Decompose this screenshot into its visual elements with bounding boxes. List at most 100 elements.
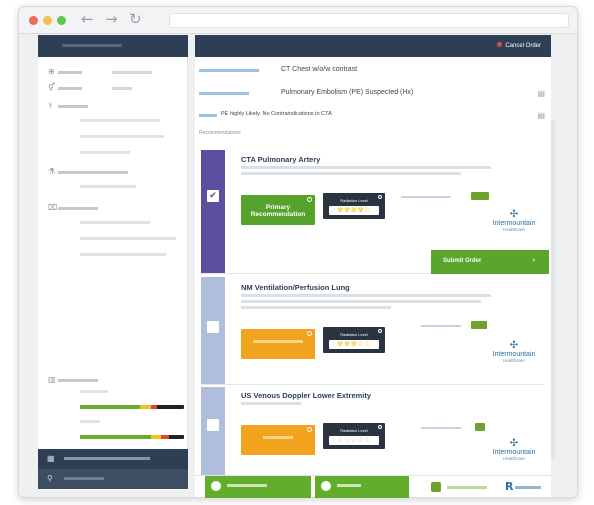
sidebar-bottom-item[interactable]: ⚲ <box>38 469 188 489</box>
sidebar-row-indications: ⚕ <box>48 101 88 111</box>
radiation-stars: ☢☢☢☢☆ <box>329 206 379 215</box>
recommendations-label: Recommendations <box>199 130 241 136</box>
edit-icon[interactable]: ▤ <box>537 111 545 120</box>
card-description <box>241 166 491 175</box>
appropriateness-score <box>475 423 485 431</box>
sidebar-row-gender: ⚥ <box>48 83 132 93</box>
info-icon[interactable] <box>378 195 382 199</box>
scrollbar[interactable] <box>551 120 555 460</box>
info-icon[interactable] <box>378 329 382 333</box>
indication-label <box>199 91 249 97</box>
submit-order-button[interactable]: Submit Order › <box>431 250 549 274</box>
reload-icon[interactable]: ↻ <box>129 10 142 28</box>
logo-name: Intermountain <box>492 449 536 456</box>
brand-mark: R <box>505 480 514 493</box>
radiation-level-label: Radiation Level <box>340 198 368 203</box>
condition-button[interactable] <box>315 476 409 498</box>
card-title: CTA Pulmonary Artery <box>241 155 321 164</box>
sidebar-sub-line <box>80 151 130 154</box>
close-window-dot[interactable] <box>29 16 38 25</box>
cancel-order-button[interactable]: Cancel Order <box>497 42 541 49</box>
card-select-strip[interactable] <box>201 387 225 475</box>
cancel-dot-icon <box>497 42 503 47</box>
recommendation-card[interactable]: ✔ CTA Pulmonary Artery Primary Recommend… <box>201 150 549 274</box>
sidebar-active-icon: ▦ <box>47 454 55 463</box>
sidebar-sub-line <box>80 119 160 122</box>
recommendation-card[interactable]: US Venous Doppler Lower Extremity Radiat… <box>201 387 545 475</box>
sidebar-bottom-icon: ⚲ <box>47 474 53 483</box>
guideline-status-line <box>447 486 487 489</box>
radiation-stars: ☢☢☢☆☆ <box>329 340 379 349</box>
radiation-level-box: Radiation Level ☢☢☢☢☆ <box>323 193 385 219</box>
edit-icon[interactable]: ▤ <box>537 89 545 98</box>
xray-icon: ⌧ <box>48 203 58 212</box>
logo-name: Intermountain <box>492 351 536 358</box>
radiation-bar <box>80 405 184 409</box>
guideline-status <box>431 482 441 492</box>
sidebar-sub-line <box>80 221 150 224</box>
address-bar[interactable] <box>169 13 569 28</box>
arrow-left-icon[interactable]: ← <box>81 10 94 28</box>
appropriateness-line <box>421 323 461 328</box>
card-title: NM Ventilation/Perfusion Lung <box>241 283 350 292</box>
card-checkbox[interactable] <box>207 419 219 431</box>
info-icon[interactable] <box>307 197 312 202</box>
order-topbar: Cancel Order <box>195 35 551 57</box>
appropriateness-line <box>421 425 461 430</box>
info-icon[interactable] <box>378 425 382 429</box>
card-select-strip[interactable]: ✔ <box>201 150 225 273</box>
order-footer: R <box>195 475 551 498</box>
sidebar-row-patient: ⊕ <box>48 67 152 77</box>
sidebar-sub-line <box>80 237 176 240</box>
intermountain-mark-icon: ✣ <box>509 209 519 220</box>
chevron-right-icon: › <box>532 257 535 264</box>
sidebar-row-imaging: ⌧ <box>48 203 98 213</box>
order-panel: Cancel Order CT Chest w/o/w contrast Pul… <box>195 35 551 485</box>
info-icon[interactable] <box>307 331 312 336</box>
primary-indication-button[interactable] <box>205 476 311 498</box>
intermountain-logo: ✣ Intermountain Healthcare <box>483 438 545 462</box>
sidebar-header <box>38 35 188 57</box>
recommendation-card[interactable]: NM Ventilation/Perfusion Lung Radiation … <box>201 277 545 385</box>
recommendation-label <box>263 436 293 439</box>
history-icon: ⚗ <box>48 167 56 176</box>
recommendation-badge[interactable] <box>241 329 315 359</box>
radiation-stars: ☆☆☆☆☆ <box>329 436 379 445</box>
check-circle-icon <box>321 481 331 491</box>
check-circle-icon <box>211 481 221 491</box>
card-description <box>241 294 491 309</box>
sidebar-active-item[interactable]: ▦ <box>38 449 188 469</box>
card-checkbox[interactable] <box>207 321 219 333</box>
recommendation-label <box>253 340 303 343</box>
arrow-right-icon[interactable]: → <box>105 10 118 28</box>
sub-indication-value[interactable]: PE highly Likely. No Contraindications t… <box>221 111 332 117</box>
recommendation-label: Primary Recommendation <box>250 204 306 218</box>
intermountain-mark-icon: ✣ <box>509 340 519 351</box>
card-select-strip[interactable] <box>201 277 225 384</box>
sidebar-row-history: ⚗ <box>48 167 128 177</box>
user-icon: ⊕ <box>48 67 55 76</box>
radiation-level-label: Radiation Level <box>340 428 368 433</box>
patient-sidebar: ⊕ ⚥ ⚕ ⚗ ⌧ ▥ ▦ ⚲ <box>38 35 188 490</box>
minimize-window-dot[interactable] <box>43 16 52 25</box>
procedure-value[interactable]: CT Chest w/o/w contrast <box>281 66 357 73</box>
appropriateness-score <box>471 321 487 329</box>
appropriateness-line <box>401 194 451 199</box>
intermountain-mark-icon: ✣ <box>509 438 519 449</box>
logo-sub: Healthcare <box>503 227 525 232</box>
logo-sub: Healthcare <box>503 456 525 461</box>
card-checkbox[interactable]: ✔ <box>207 190 219 202</box>
indication-value[interactable]: Pulmonary Embolism (PE) Suspected (Hx) <box>281 89 413 96</box>
primary-recommendation-badge[interactable]: Primary Recommendation <box>241 195 315 225</box>
sidebar-sub-line <box>80 253 166 256</box>
logo-sub: Healthcare <box>503 358 525 363</box>
maximize-window-dot[interactable] <box>57 16 66 25</box>
card-title: US Venous Doppler Lower Extremity <box>241 391 372 400</box>
appropriateness-score <box>471 192 489 200</box>
info-icon[interactable] <box>307 427 312 432</box>
radiation-level-box: Radiation Level ☢☢☢☆☆ <box>323 327 385 353</box>
card-description <box>241 402 491 405</box>
sidebar-sub-line <box>80 135 164 138</box>
intermountain-logo: ✣ Intermountain Healthcare <box>483 209 545 233</box>
recommendation-badge[interactable] <box>241 425 315 455</box>
